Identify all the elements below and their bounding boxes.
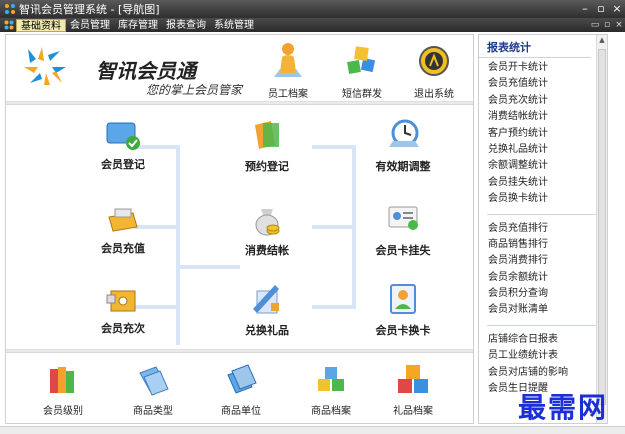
report-separator [487,213,599,215]
brand-logo-icon [24,47,66,85]
node-member-recharge[interactable]: 会员充值 [78,203,168,256]
user-card-icon [390,284,416,314]
gift-cubes-icon [398,365,428,393]
basic-data-row: 会员级别 商品类型 商品单位 商品档案 礼品档案 [6,353,473,423]
minimize-button[interactable]: – [577,1,593,17]
report-separator [487,324,599,326]
report-link[interactable]: 余额调整统计 [488,158,607,174]
brand-title: 智讯会员通 [96,59,196,83]
toolbar-exit-system[interactable]: 退出系统 [404,39,464,101]
report-link[interactable]: 会员积分查询 [488,286,607,302]
report-panel-title: 报表统计 [479,35,591,58]
bottom-member-level[interactable]: 会员级别 [28,361,98,417]
report-link[interactable]: 会员消费排行 [488,253,607,269]
menu-report-query[interactable]: 报表查询 [162,19,210,32]
money-bag-icon [255,209,280,236]
report-link[interactable]: 会员开卡统计 [488,60,607,76]
report-link[interactable]: 会员挂失统计 [488,175,607,191]
child-minimize-button[interactable]: ▭ [589,20,601,30]
flow-diagram: 会员登记 会员充值 会员充次 预约登记 消费结帐 兑换礼品 有效期调整 会员卡挂… [6,105,473,349]
toolbar-employee-records[interactable]: 员工档案 [258,39,318,101]
safe-box-icon [106,290,136,312]
menu-inventory-management[interactable]: 库存管理 [114,19,162,32]
report-link[interactable]: 兑换礼品统计 [488,142,607,158]
maximize-button[interactable]: ▫ [593,1,609,17]
report-scrollbar[interactable]: ▲ [596,35,607,423]
menu-member-management[interactable]: 会员管理 [66,19,114,32]
report-panel: 报表统计 会员开卡统计 会员充值统计 会员充次统计 消费结帐统计 客户预约统计 … [478,34,608,424]
card-reader-icon [108,208,138,232]
scroll-thumb[interactable] [598,49,606,405]
report-link[interactable]: 会员充次统计 [488,93,607,109]
close-button[interactable]: × [609,1,625,17]
cubes-icon [347,46,376,74]
registration-card-icon [106,122,140,150]
report-link[interactable]: 员工业绩统计表 [488,348,607,364]
menu-system-management[interactable]: 系统管理 [210,19,258,32]
pen-document-icon [253,285,279,314]
books-icon [50,367,74,393]
header-banner: 智讯会员通 您的掌上会员管家 员工档案 短信群发 退出系统 [6,35,473,101]
report-link[interactable]: 会员充值排行 [488,221,607,237]
child-close-button[interactable]: × [613,20,625,30]
report-link[interactable]: 会员对账清单 [488,302,607,318]
title-bar: 智讯会员管理系统 - [导航图] – ▫ × [0,0,625,18]
app-window: 智讯会员管理系统 - [导航图] – ▫ × 基础资料 会员管理 库存管理 报表… [0,0,625,434]
report-link[interactable]: 会员对店铺的影响 [488,365,607,381]
exit-icon [419,46,449,76]
report-link[interactable]: 会员换卡统计 [488,191,607,207]
id-card-icon [388,206,418,230]
node-reservation[interactable]: 预约登记 [222,115,312,174]
report-link[interactable]: 商品销售排行 [488,237,607,253]
bottom-gift-records[interactable]: 礼品档案 [378,361,448,417]
node-gift-exchange[interactable]: 兑换礼品 [222,279,312,338]
report-link[interactable]: 会员余额统计 [488,270,607,286]
menu-bar: 基础资料 会员管理 库存管理 报表查询 系统管理 ▭ ▫ × [0,18,625,32]
report-group-2: 会员充值排行 商品销售排行 会员消费排行 会员余额统计 会员积分查询 会员对账清… [479,219,607,321]
menu-basic-data[interactable]: 基础资料 [16,18,66,32]
menu-app-icon [4,20,14,30]
app-logo-icon [5,4,15,14]
navigation-panel: 智讯会员通 您的掌上会员管家 员工档案 短信群发 退出系统 会员登记 会员充值 … [5,34,474,424]
child-restore-button[interactable]: ▫ [601,20,613,30]
employee-figure-icon [274,43,302,77]
node-member-registration[interactable]: 会员登记 [78,117,168,172]
node-card-report-loss[interactable]: 会员卡挂失 [358,199,448,258]
toolbar-sms-broadcast[interactable]: 短信群发 [332,39,392,101]
bottom-product-unit[interactable]: 商品单位 [206,361,276,417]
report-link[interactable]: 客户预约统计 [488,126,607,142]
bottom-product-type[interactable]: 商品类型 [118,361,188,417]
folders-icon [139,366,169,396]
stacked-folders-icon [227,364,257,394]
report-link[interactable]: 消费结帐统计 [488,109,607,125]
report-link[interactable]: 会员充值统计 [488,76,607,92]
boxes-icon [318,367,344,391]
brand-slogan: 您的掌上会员管家 [146,83,243,97]
status-bar [0,426,625,434]
watermark: 最需网 [518,391,609,424]
node-validity-adjust[interactable]: 有效期调整 [358,115,448,174]
calendar-pages-icon [255,121,279,149]
window-title: 智讯会员管理系统 - [导航图] [19,3,160,16]
report-group-1: 会员开卡统计 会员充值统计 会员充次统计 消费结帐统计 客户预约统计 兑换礼品统… [479,58,607,210]
scroll-up-arrow-icon[interactable]: ▲ [597,35,607,45]
node-member-count-recharge[interactable]: 会员充次 [78,283,168,336]
node-checkout[interactable]: 消费结帐 [222,199,312,258]
report-link[interactable]: 店铺综合日报表 [488,332,607,348]
node-card-replacement[interactable]: 会员卡换卡 [358,279,448,338]
clock-icon [389,119,419,147]
bottom-product-records[interactable]: 商品档案 [296,361,366,417]
